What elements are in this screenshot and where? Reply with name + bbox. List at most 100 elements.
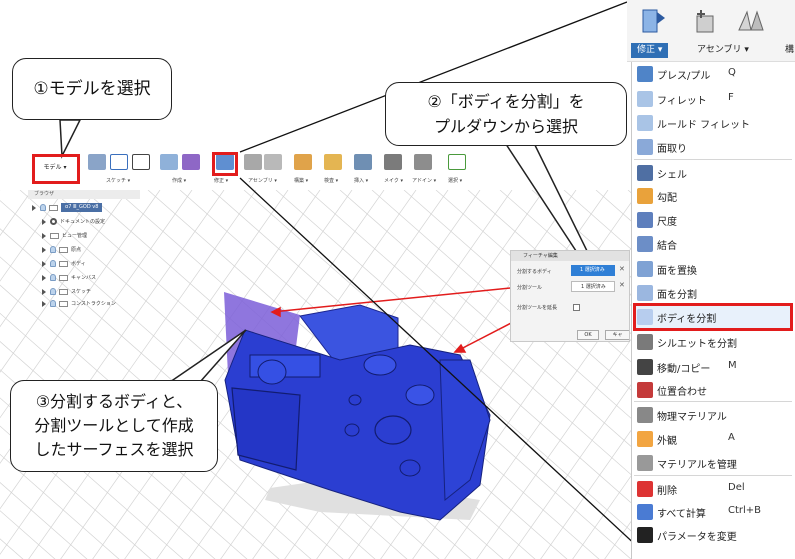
menu-item-label: 勾配 (657, 193, 677, 204)
menu-item-chamfer[interactable]: 面取り (632, 135, 795, 159)
joint-icon[interactable] (735, 6, 765, 36)
tb-insert-label: 挿入 ▾ (354, 178, 369, 184)
tb-inspect-label: 検査 ▾ (324, 178, 339, 184)
menu-item-label: すべて計算 (657, 509, 706, 520)
expand-icon[interactable] (32, 204, 36, 211)
menu-item-label: 面を分割 (657, 290, 697, 301)
folder-icon (50, 232, 59, 239)
menu-item-label: 面を置換 (657, 266, 697, 277)
visibility-bulb-icon[interactable] (50, 274, 56, 281)
browser-item-canvases[interactable]: キャンバス (42, 272, 96, 285)
menu-item-rule-fillet[interactable]: ルールド フィレット (632, 111, 795, 135)
menu-item-manage-materials[interactable]: マテリアルを管理 (632, 451, 795, 475)
callout-step3: ③分割するボディと、 分割ツールとして作成 したサーフェスを選択 (10, 380, 218, 472)
menu-item-appearance[interactable]: 外観 A (632, 427, 795, 451)
menu-item-shortcut: Del (728, 482, 745, 493)
menu-separator (634, 401, 792, 402)
browser-item-views[interactable]: ビュー管理 (42, 230, 87, 243)
expand-icon[interactable] (42, 232, 46, 239)
fillet-icon (637, 91, 653, 107)
manage-materials-icon (637, 455, 653, 471)
dialog-extend-label: 分割ツールを延長 (517, 305, 558, 311)
draft-icon (637, 188, 653, 204)
split-face-icon (637, 285, 653, 301)
menu-item-parameters[interactable]: パラメータを変更 (632, 523, 795, 547)
expand-icon[interactable] (42, 218, 46, 225)
cancel-button[interactable]: キャ (605, 330, 629, 340)
modify-highlight-box (212, 152, 238, 176)
clear-selection-icon[interactable]: ✕ (619, 265, 625, 273)
line-icon (110, 154, 128, 170)
callout-step1: ①モデルを選択 (12, 58, 172, 120)
menu-item-align[interactable]: 位置合わせ (632, 378, 795, 402)
menu-item-physical-material[interactable]: 物理マテリアル (632, 403, 795, 427)
new-component-icon[interactable] (691, 6, 721, 36)
rule-fillet-icon (637, 115, 653, 131)
expand-icon[interactable] (42, 288, 46, 295)
browser-item-construction[interactable]: コンストラクション (42, 298, 116, 311)
plane-icon (294, 154, 312, 170)
expand-icon[interactable] (42, 274, 46, 281)
replace-face-icon (637, 261, 653, 277)
visibility-bulb-icon[interactable] (50, 246, 56, 253)
menu-item-delete[interactable]: 削除 Del (632, 477, 795, 501)
tb-select-label: 選択 ▾ (448, 178, 463, 184)
menu-item-label: 面取り (657, 144, 687, 155)
callout-step3-line1: ③分割するボディと、 (35, 392, 193, 411)
menu-item-label: フィレット (657, 96, 707, 107)
browser-item-doc-settings[interactable]: ドキュメントの設定 (42, 216, 105, 229)
menu-item-compute-all[interactable]: すべて計算 Ctrl+B (632, 500, 795, 524)
zoomed-toolbar: 修正 ▾ アセンブリ ▾ 構 (627, 0, 795, 62)
menu-item-shortcut: M (728, 360, 737, 371)
tb-construct-label: 構築 ▾ (294, 178, 309, 184)
assembly-menu-button[interactable]: アセンブリ ▾ (697, 43, 749, 58)
menu-item-label: シルエットを分割 (657, 339, 737, 350)
menu-item-draft[interactable]: 勾配 (632, 184, 795, 208)
menu-item-press-pull[interactable]: プレス/プル Q (632, 62, 795, 86)
visibility-bulb-icon[interactable] (50, 260, 56, 267)
appearance-icon (637, 431, 653, 447)
extend-checkbox[interactable] (573, 304, 580, 311)
visibility-bulb-icon[interactable] (40, 204, 46, 211)
visibility-bulb-icon[interactable] (50, 300, 56, 307)
scale-icon (637, 212, 653, 228)
modify-icon[interactable] (639, 6, 669, 36)
menu-item-silhouette-split[interactable]: シルエットを分割 (632, 330, 795, 354)
browser-root[interactable]: α7 Ⅲ_GOD v8 (32, 202, 103, 215)
callout-step2-line1: ②「ボディを分割」を (427, 92, 585, 111)
make-icon (384, 154, 402, 170)
tb-assembly-label: アセンブリ ▾ (248, 178, 277, 184)
menu-item-label: 物理マテリアル (657, 412, 727, 423)
callout-step1-text: ①モデルを選択 (33, 79, 151, 99)
expand-icon[interactable] (42, 246, 46, 253)
modify-menu-button[interactable]: 修正 ▾ (631, 43, 669, 58)
camera-body[interactable] (224, 304, 491, 521)
browser-item-bodies[interactable]: ボディ (42, 258, 86, 271)
construct-menu-button[interactable]: 構 (785, 43, 794, 58)
menu-item-move[interactable]: 移動/コピー M (632, 355, 795, 379)
dialog-split-tool-selection[interactable]: 1 選択済み (571, 281, 615, 292)
expand-icon[interactable] (42, 300, 46, 307)
ok-button[interactable]: OK (577, 330, 599, 340)
move-icon (637, 359, 653, 375)
dialog-split-body-label: 分割するボディ (517, 269, 552, 275)
gear-icon (50, 218, 57, 225)
visibility-bulb-icon[interactable] (50, 288, 56, 295)
menu-item-scale[interactable]: 尺度 (632, 208, 795, 232)
browser-item-origin[interactable]: 原点 (42, 244, 81, 257)
expand-icon[interactable] (42, 260, 46, 267)
menu-item-fillet[interactable]: フィレット F (632, 87, 795, 111)
clear-selection-icon[interactable]: ✕ (619, 281, 625, 289)
silhouette-split-icon (637, 334, 653, 350)
callout-step2-line2: プルダウンから選択 (433, 117, 578, 136)
menu-item-shortcut: Ctrl+B (728, 505, 762, 516)
dialog-split-body-selection[interactable]: 1 選択済み (571, 265, 615, 276)
menu-item-shortcut: Q (728, 67, 736, 78)
tb-make-label: メイク ▾ (384, 178, 403, 184)
menu-item-replace-face[interactable]: 面を置換 (632, 257, 795, 281)
menu-item-shell[interactable]: シェル (632, 161, 795, 185)
menu-item-combine[interactable]: 結合 (632, 232, 795, 256)
browser-item-label: キャンバス (71, 275, 97, 281)
menu-item-label: 削除 (657, 486, 677, 497)
menu-item-split-face[interactable]: 面を分割 (632, 281, 795, 305)
